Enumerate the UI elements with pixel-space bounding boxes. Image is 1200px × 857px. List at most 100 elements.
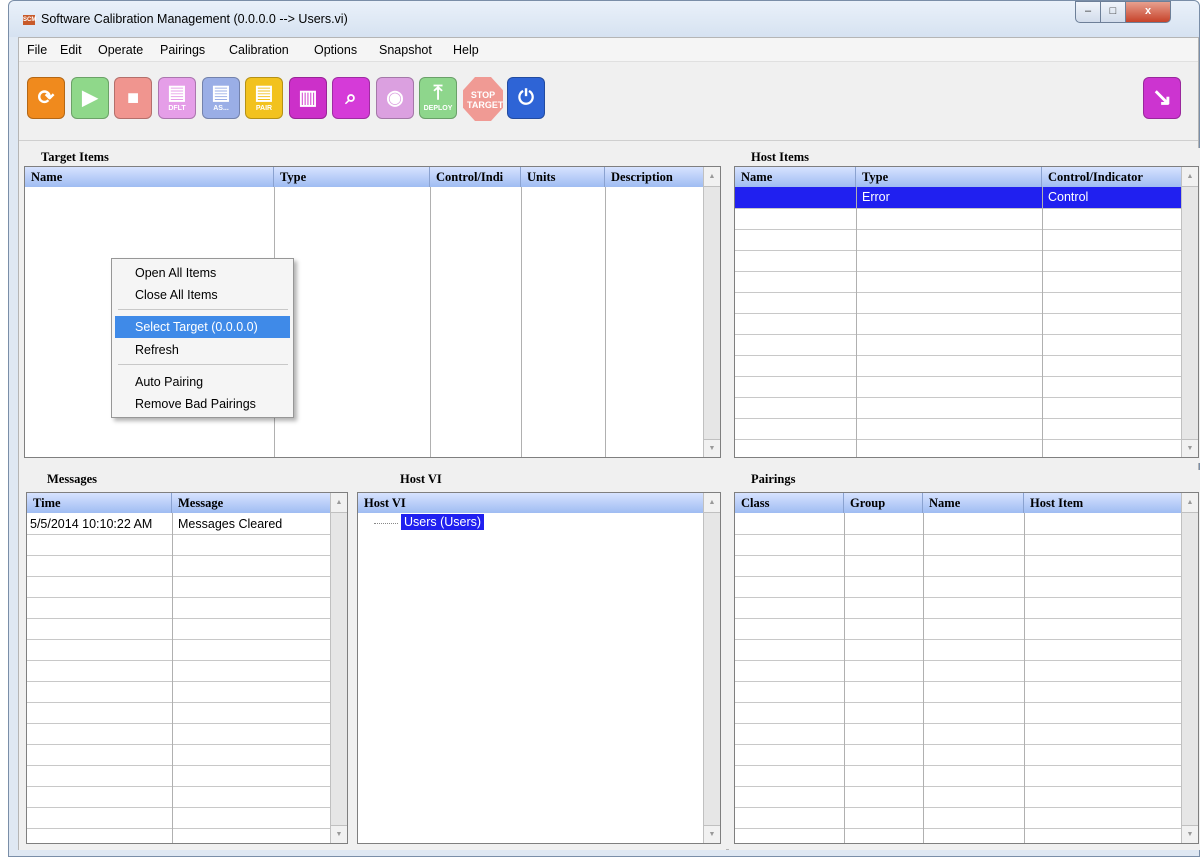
- row-gridline: [735, 418, 1183, 419]
- power-icon: ⏻: [518, 87, 534, 109]
- save-pair-button[interactable]: ▤ PAIR: [245, 77, 283, 119]
- row-gridline: [27, 702, 332, 703]
- vertical-scrollbar[interactable]: ▲ ▼: [1181, 167, 1198, 457]
- scroll-up-icon[interactable]: ▲: [331, 493, 347, 513]
- search-button[interactable]: ⌕: [332, 77, 370, 119]
- row-gridline: [735, 807, 1183, 808]
- tree-item-users[interactable]: Users (Users): [401, 514, 485, 530]
- col-name[interactable]: Name: [735, 167, 856, 187]
- row-gridline: [735, 660, 1183, 661]
- deploy-button[interactable]: ⤒ DEPLOY: [419, 77, 457, 119]
- column-divider: [605, 187, 606, 457]
- row-gridline: [735, 744, 1183, 745]
- row-gridline: [27, 597, 332, 598]
- menu-item-close-all[interactable]: Close All Items: [115, 284, 290, 306]
- row-gridline: [27, 786, 332, 787]
- vertical-scrollbar[interactable]: ▲ ▼: [1181, 493, 1198, 843]
- menu-item-remove-bad-pairings[interactable]: Remove Bad Pairings: [115, 393, 290, 415]
- pairings-title: Pairings: [751, 472, 796, 486]
- document-button[interactable]: ▥: [289, 77, 327, 119]
- save-as-label: AS...: [213, 105, 229, 112]
- exit-button[interactable]: ↘: [1143, 77, 1181, 119]
- menu-edit[interactable]: Edit: [60, 43, 82, 57]
- col-group[interactable]: Group: [844, 493, 923, 513]
- col-type[interactable]: Type: [856, 167, 1042, 187]
- host-vi-title: Host VI: [400, 472, 442, 486]
- row-gridline: [27, 765, 332, 766]
- row-gridline: [27, 723, 332, 724]
- col-control-indicator[interactable]: Control/Indicator: [1042, 167, 1183, 187]
- scroll-down-icon[interactable]: ▼: [704, 439, 720, 457]
- menu-separator: [118, 309, 288, 310]
- menu-item-auto-pairing[interactable]: Auto Pairing: [115, 371, 290, 393]
- menu-file[interactable]: File: [27, 43, 47, 57]
- menu-item-refresh[interactable]: Refresh: [115, 339, 290, 361]
- menu-operate[interactable]: Operate: [98, 43, 143, 57]
- messages-list[interactable]: Time Message 5/5/2014 10:10:22 AM Messag…: [26, 492, 348, 844]
- row-gridline: [735, 597, 1183, 598]
- row-gridline: [735, 313, 1183, 314]
- vertical-scrollbar[interactable]: ▲ ▼: [703, 167, 720, 457]
- col-control-indicator[interactable]: Control/Indi: [430, 167, 521, 187]
- stop-icon: ■: [126, 87, 140, 109]
- run-button[interactable]: ▶: [71, 77, 109, 119]
- col-name[interactable]: Name: [25, 167, 274, 187]
- minimize-button[interactable]: –: [1075, 1, 1101, 23]
- scroll-up-icon[interactable]: ▲: [1182, 493, 1198, 513]
- title-bar[interactable]: SCM Software Calibration Management (0.0…: [9, 1, 1199, 37]
- maximize-button[interactable]: □: [1100, 1, 1126, 23]
- floppy-icon: ▤: [254, 82, 274, 104]
- vertical-scrollbar[interactable]: ▲ ▼: [330, 493, 347, 843]
- scroll-down-icon[interactable]: ▼: [704, 825, 720, 843]
- col-host-item[interactable]: Host Item: [1024, 493, 1183, 513]
- menu-item-select-target[interactable]: Select Target (0.0.0.0): [115, 316, 290, 338]
- scroll-down-icon[interactable]: ▼: [1182, 439, 1198, 457]
- menu-snapshot[interactable]: Snapshot: [379, 43, 432, 57]
- menu-options[interactable]: Options: [314, 43, 357, 57]
- save-as-button[interactable]: ▤ AS...: [202, 77, 240, 119]
- menu-pairings[interactable]: Pairings: [160, 43, 205, 57]
- stop-target-button[interactable]: STOP TARGET: [463, 77, 503, 121]
- menu-help[interactable]: Help: [453, 43, 479, 57]
- pairings-list[interactable]: Class Group Name Host Item ▲ ▼: [734, 492, 1199, 844]
- col-message[interactable]: Message: [172, 493, 332, 513]
- column-divider: [844, 513, 845, 843]
- menu-calibration[interactable]: Calibration: [229, 43, 289, 57]
- target-items-title: Target Items: [41, 150, 109, 164]
- host-vi-tree[interactable]: Host VI Users (Users) ▲ ▼: [357, 492, 721, 844]
- row-gridline: [735, 723, 1183, 724]
- save-default-button[interactable]: ▤ DFLT: [158, 77, 196, 119]
- client-area: File Edit Operate Pairings Calibration O…: [18, 37, 1200, 850]
- messages-title: Messages: [47, 472, 97, 486]
- scroll-down-icon[interactable]: ▼: [331, 825, 347, 843]
- play-icon: ▶: [82, 87, 98, 109]
- scroll-up-icon[interactable]: ▲: [704, 167, 720, 187]
- col-class[interactable]: Class: [735, 493, 844, 513]
- row-gridline: [735, 229, 1183, 230]
- stop-button[interactable]: ■: [114, 77, 152, 119]
- row-gridline: [27, 660, 332, 661]
- col-units[interactable]: Units: [521, 167, 605, 187]
- row-gridline: [735, 271, 1183, 272]
- scroll-up-icon[interactable]: ▲: [704, 493, 720, 513]
- menu-item-open-all[interactable]: Open All Items: [115, 262, 290, 284]
- col-time[interactable]: Time: [27, 493, 172, 513]
- refresh-button[interactable]: ⟳: [27, 77, 65, 119]
- row-gridline: [27, 744, 332, 745]
- snapshot-button[interactable]: ◉: [376, 77, 414, 119]
- vertical-scrollbar[interactable]: ▲ ▼: [703, 493, 720, 843]
- row-gridline: [735, 786, 1183, 787]
- scroll-up-icon[interactable]: ▲: [1182, 167, 1198, 187]
- app-window: SCM Software Calibration Management (0.0…: [8, 0, 1200, 857]
- scroll-down-icon[interactable]: ▼: [1182, 825, 1198, 843]
- host-items-list[interactable]: Name Type Control/Indicator Error Contro…: [734, 166, 1199, 458]
- close-button[interactable]: x: [1125, 1, 1171, 23]
- col-host-vi[interactable]: Host VI: [358, 493, 705, 513]
- table-row-selected[interactable]: Error Control: [735, 187, 1183, 208]
- floppy-icon: ▤: [211, 82, 231, 104]
- col-description[interactable]: Description: [605, 167, 705, 187]
- col-name[interactable]: Name: [923, 493, 1024, 513]
- power-button[interactable]: ⏻: [507, 77, 545, 119]
- column-divider: [856, 187, 857, 457]
- col-type[interactable]: Type: [274, 167, 430, 187]
